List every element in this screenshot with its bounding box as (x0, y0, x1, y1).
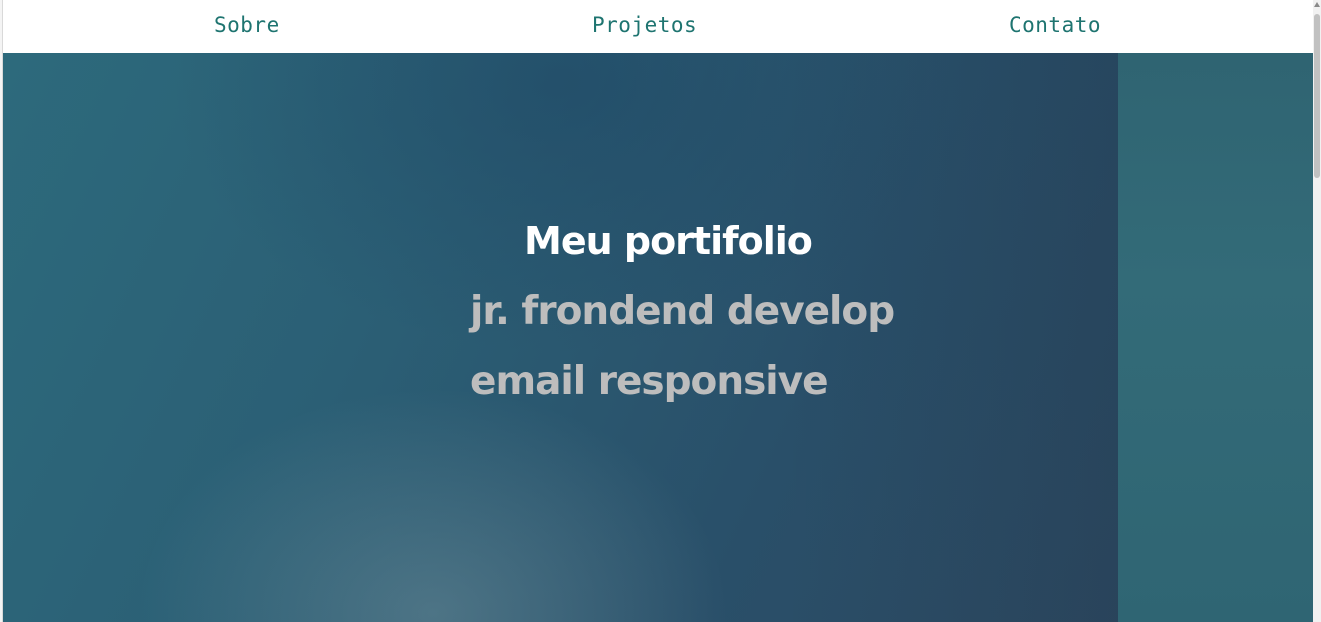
hero-title: Meu portifolio (524, 219, 813, 263)
hero-side-panel (1118, 53, 1313, 622)
vertical-scrollbar[interactable] (1313, 0, 1321, 622)
hero-background-panel (3, 53, 1118, 622)
nav-link-contato[interactable]: Contato (1009, 13, 1101, 37)
hero-section: Meu portifolio jr. frondend develop emai… (3, 53, 1313, 622)
page: Sobre Projetos Contato Meu portifolio jr… (0, 0, 1321, 622)
hero-subtitle-email: email responsive (470, 359, 829, 404)
nav-link-sobre[interactable]: Sobre (214, 13, 280, 37)
hero-subtitle-role: jr. frondend develop (470, 289, 895, 334)
nav-link-projetos[interactable]: Projetos (592, 13, 697, 37)
scroll-up-arrow-icon[interactable] (1314, 2, 1320, 7)
scrollbar-thumb[interactable] (1314, 14, 1320, 178)
top-navbar: Sobre Projetos Contato (3, 0, 1313, 53)
